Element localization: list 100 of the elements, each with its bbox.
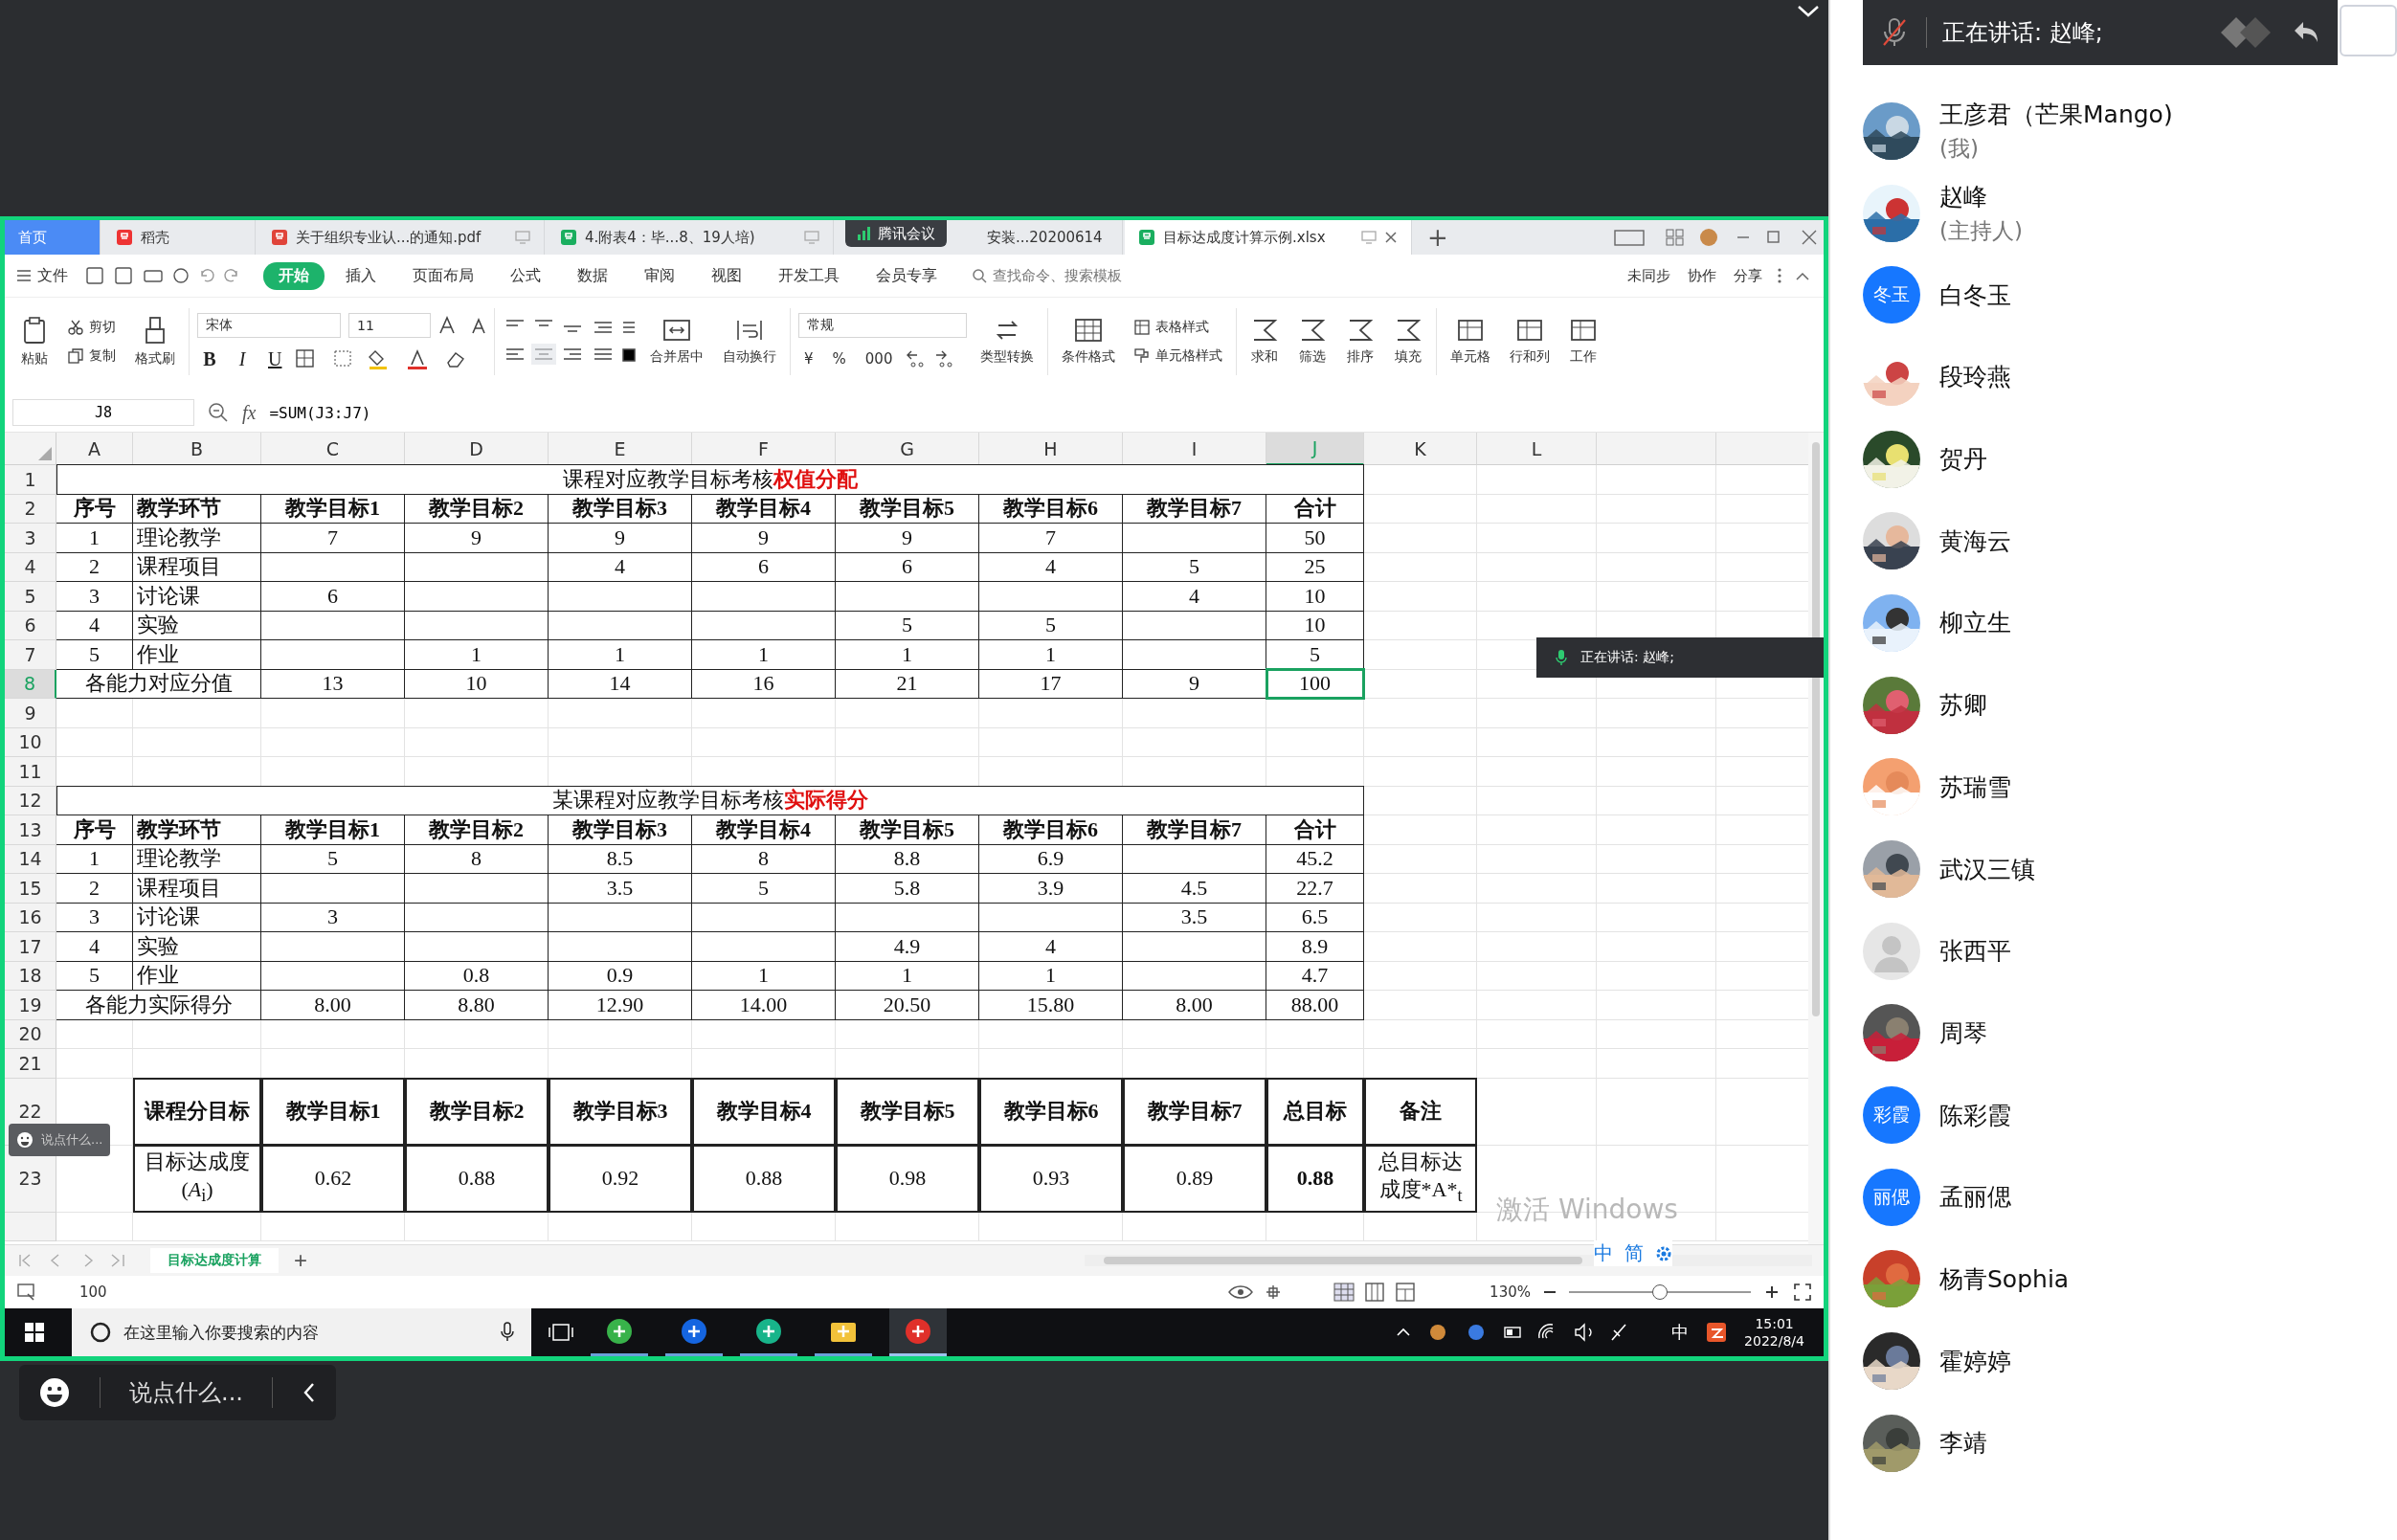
row-header[interactable]: 7: [5, 640, 56, 670]
ribbon-tab[interactable]: 会员专享: [861, 261, 952, 290]
input-mode[interactable]: 中: [1671, 1321, 1690, 1344]
column-header[interactable]: L: [1477, 433, 1597, 465]
new-tab-button[interactable]: +: [1414, 223, 1462, 252]
row-header[interactable]: 3: [5, 524, 56, 553]
participant-name[interactable]: 赵峰: [1939, 180, 2023, 212]
chat-input-bar[interactable]: 说点什么...: [19, 1365, 336, 1420]
toolbar-link[interactable]: 未同步: [1622, 265, 1676, 286]
participant-name[interactable]: 白冬玉: [1939, 279, 2011, 311]
clock-date[interactable]: 2022/8/4: [1744, 1333, 1804, 1349]
ribbon-tab[interactable]: 数据: [562, 261, 623, 290]
copy-button[interactable]: 复制: [62, 346, 122, 366]
number-format-dropdown[interactable]: 常规: [798, 313, 967, 338]
menu-icon[interactable]: [16, 269, 32, 282]
close-icon[interactable]: [1384, 231, 1398, 244]
paste-button[interactable]: 粘贴: [14, 314, 55, 369]
column-header[interactable]: G: [836, 433, 979, 465]
ribbon-tab[interactable]: 视图: [696, 261, 757, 290]
row-header[interactable]: 15: [5, 874, 56, 904]
formula-field[interactable]: =SUM(J3:J7): [269, 403, 371, 422]
ime-button[interactable]: 简: [1624, 1240, 1644, 1266]
row-header[interactable]: 6: [5, 611, 56, 640]
document-tab[interactable]: 目标达成度计算示例.xlsx: [1125, 220, 1412, 255]
participant-name[interactable]: 陈彩霞: [1939, 1099, 2011, 1131]
zoom-in-icon[interactable]: [1764, 1284, 1780, 1300]
font-dropdown[interactable]: 宋体: [197, 312, 341, 338]
data-tool-button[interactable]: 求和: [1244, 316, 1285, 368]
row-header[interactable]: 18: [5, 961, 56, 991]
zoom-icon[interactable]: [208, 402, 229, 423]
ribbon-tab[interactable]: 公式: [495, 261, 556, 290]
chevron-down-icon[interactable]: [1796, 4, 1821, 19]
ime-button[interactable]: 中: [1594, 1240, 1613, 1266]
zoom-value[interactable]: 130%: [1490, 1283, 1531, 1301]
file-menu[interactable]: 文件: [37, 265, 68, 286]
data-tool-button[interactable]: 排序: [1340, 316, 1380, 368]
taskbar-app[interactable]: [889, 1308, 947, 1356]
cell-tool-button[interactable]: 工作: [1563, 316, 1603, 368]
ribbon-tab[interactable]: 插入: [330, 261, 392, 290]
row-header[interactable]: 12: [5, 786, 56, 815]
row-header[interactable]: 13: [5, 815, 56, 845]
command-search[interactable]: 查找命令、搜索模板: [972, 266, 1122, 285]
ribbon-tab[interactable]: 页面布局: [397, 261, 489, 290]
name-box[interactable]: J8: [12, 399, 194, 426]
wrap-text-button[interactable]: 自动换行: [717, 316, 782, 368]
participant-name[interactable]: 苏卿: [1939, 689, 1987, 722]
participant-name[interactable]: 孟丽偲: [1939, 1181, 2011, 1214]
function-label[interactable]: fx: [242, 401, 257, 424]
cut-button[interactable]: 剪切: [62, 318, 122, 337]
participant-name[interactable]: 段玲燕: [1939, 361, 2011, 393]
row-header[interactable]: 14: [5, 844, 56, 874]
fullscreen-icon[interactable]: [1793, 1283, 1812, 1302]
row-header[interactable]: 19: [5, 991, 56, 1020]
clock-time[interactable]: 15:01: [1755, 1316, 1794, 1331]
participant-name[interactable]: 张西平: [1939, 935, 2011, 968]
cell-tool-button[interactable]: 行和列: [1504, 316, 1556, 368]
settings-icon[interactable]: [1655, 1244, 1672, 1262]
column-header[interactable]: A: [56, 433, 133, 465]
scrollbar-thumb[interactable]: [1812, 442, 1820, 1016]
column-header[interactable]: I: [1123, 433, 1266, 465]
column-header[interactable]: C: [261, 433, 405, 465]
participant-name[interactable]: 苏瑞雪: [1939, 770, 2011, 803]
row-header[interactable]: 21: [5, 1049, 56, 1079]
participant-name[interactable]: 李靖: [1939, 1427, 1987, 1460]
scrollbar-thumb[interactable]: [1104, 1257, 1582, 1264]
participant-name[interactable]: 杨青Sophia: [1939, 1262, 2070, 1295]
data-tool-button[interactable]: 填充: [1388, 316, 1428, 368]
row-header[interactable]: 20: [5, 1019, 56, 1049]
data-tool-button[interactable]: 筛选: [1292, 316, 1333, 368]
row-header[interactable]: 9: [5, 699, 56, 728]
column-header[interactable]: H: [979, 433, 1123, 465]
row-header[interactable]: 4: [5, 552, 56, 582]
type-convert-button[interactable]: 类型转换: [974, 316, 1040, 368]
row-header[interactable]: 2: [5, 494, 56, 524]
ribbon-tab[interactable]: 审阅: [629, 261, 690, 290]
participant-name[interactable]: 周琴: [1939, 1016, 1987, 1049]
column-header[interactable]: E: [549, 433, 692, 465]
text-style-button[interactable]: B: [197, 346, 222, 371]
column-header[interactable]: F: [692, 433, 836, 465]
merge-center-button[interactable]: 合并居中: [644, 316, 709, 368]
column-header[interactable]: K: [1364, 433, 1477, 465]
chat-hint-toast[interactable]: 说点什么...: [9, 1124, 111, 1156]
conditional-format-button[interactable]: 条件格式: [1056, 316, 1121, 368]
format-painter-button[interactable]: 格式刷: [129, 314, 181, 369]
cell-style-button[interactable]: 单元格样式: [1129, 346, 1228, 366]
column-header[interactable]: B: [133, 433, 261, 465]
row-header[interactable]: 11: [5, 757, 56, 787]
row-header[interactable]: 16: [5, 903, 56, 932]
text-style-button[interactable]: I: [230, 346, 255, 371]
number-format-button[interactable]: 000: [859, 349, 899, 368]
search-field[interactable]: [2340, 5, 2397, 56]
row-header[interactable]: 17: [5, 932, 56, 962]
row-header[interactable]: 10: [5, 727, 56, 757]
participant-name[interactable]: 霍婷婷: [1939, 1345, 2011, 1377]
app-tray-icon[interactable]: [1706, 1322, 1728, 1343]
row-header[interactable]: 5: [5, 582, 56, 612]
start-icon[interactable]: [24, 1322, 45, 1343]
toolbar-link[interactable]: 协作: [1682, 265, 1722, 286]
toolbar-link[interactable]: 分享: [1728, 265, 1768, 286]
participant-name[interactable]: 黄海云: [1939, 524, 2011, 557]
